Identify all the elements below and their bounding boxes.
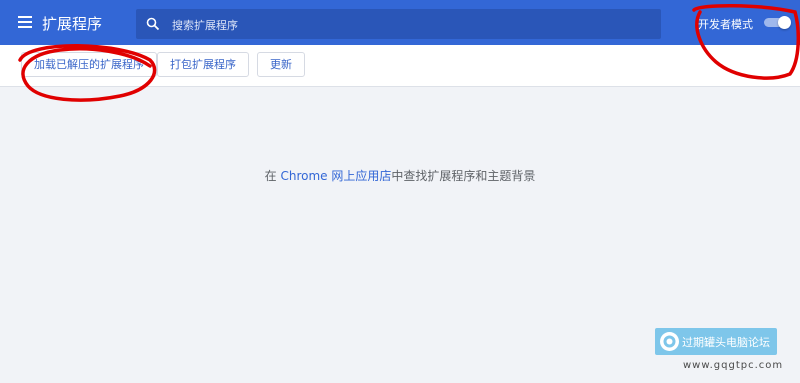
- empty-state-message: 在 Chrome 网上应用店中查找扩展程序和主题背景: [0, 167, 800, 184]
- menu-icon[interactable]: [18, 16, 32, 28]
- update-button[interactable]: 更新: [257, 52, 305, 77]
- load-unpacked-button[interactable]: 加载已解压的扩展程序: [21, 52, 157, 77]
- search-bar[interactable]: [136, 9, 661, 41]
- chrome-web-store-link[interactable]: Chrome 网上应用店: [280, 169, 391, 183]
- forum-logo-icon: [660, 332, 679, 351]
- empty-state-suffix: 中查找扩展程序和主题背景: [391, 169, 536, 183]
- search-icon: [146, 17, 160, 31]
- toggle-knob: [778, 16, 791, 29]
- empty-state-prefix: 在: [264, 169, 281, 183]
- dev-mode-label: 开发者模式: [698, 18, 753, 31]
- watermark-text: 过期罐头电脑论坛: [682, 336, 770, 349]
- dev-mode-toggle[interactable]: [764, 16, 791, 29]
- page-title: 扩展程序: [42, 15, 103, 33]
- toolbar: 加载已解压的扩展程序 打包扩展程序 更新: [0, 45, 800, 87]
- search-input[interactable]: [170, 9, 654, 41]
- watermark-url: www.gqgtpc.com: [683, 360, 784, 371]
- watermark-badge: 过期罐头电脑论坛: [655, 328, 777, 355]
- pack-extension-button[interactable]: 打包扩展程序: [157, 52, 249, 77]
- app-header: 扩展程序 开发者模式: [0, 0, 800, 45]
